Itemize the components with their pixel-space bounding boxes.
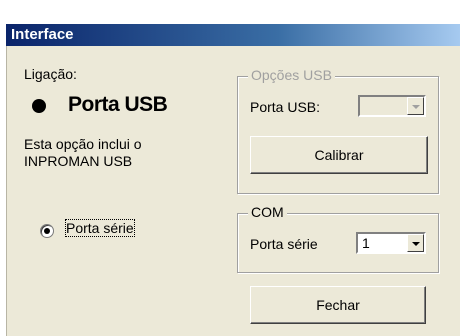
window-title: Interface <box>11 26 74 43</box>
usb-option-label: Porta USB <box>68 93 168 116</box>
usb-note-line1: Esta opção inclui o <box>24 136 142 152</box>
serial-radio[interactable] <box>40 224 54 238</box>
chevron-down-icon[interactable] <box>407 97 424 115</box>
usb-options-title: Opções USB <box>248 67 335 83</box>
title-bar[interactable]: Interface <box>6 24 460 46</box>
calibrate-button[interactable]: Calibrar <box>250 136 428 174</box>
serial-radio-pip <box>44 228 50 234</box>
com-group-title: COM <box>248 204 287 220</box>
usb-port-select[interactable] <box>358 95 426 117</box>
usb-note-line2: INPROMAN USB <box>24 153 133 169</box>
chevron-down-icon[interactable] <box>407 234 424 252</box>
serial-option-label[interactable]: Porta série <box>65 219 135 237</box>
close-button[interactable]: Fechar <box>250 286 426 324</box>
usb-options-group: Opções USB <box>237 67 439 194</box>
serial-port-label: Porta série <box>250 236 318 252</box>
serial-port-select[interactable]: 1 <box>356 232 426 254</box>
connection-label: Ligação: <box>24 66 77 82</box>
usb-radio-dot-icon <box>32 99 46 113</box>
serial-port-value: 1 <box>362 235 370 251</box>
usb-port-label: Porta USB: <box>250 99 321 115</box>
